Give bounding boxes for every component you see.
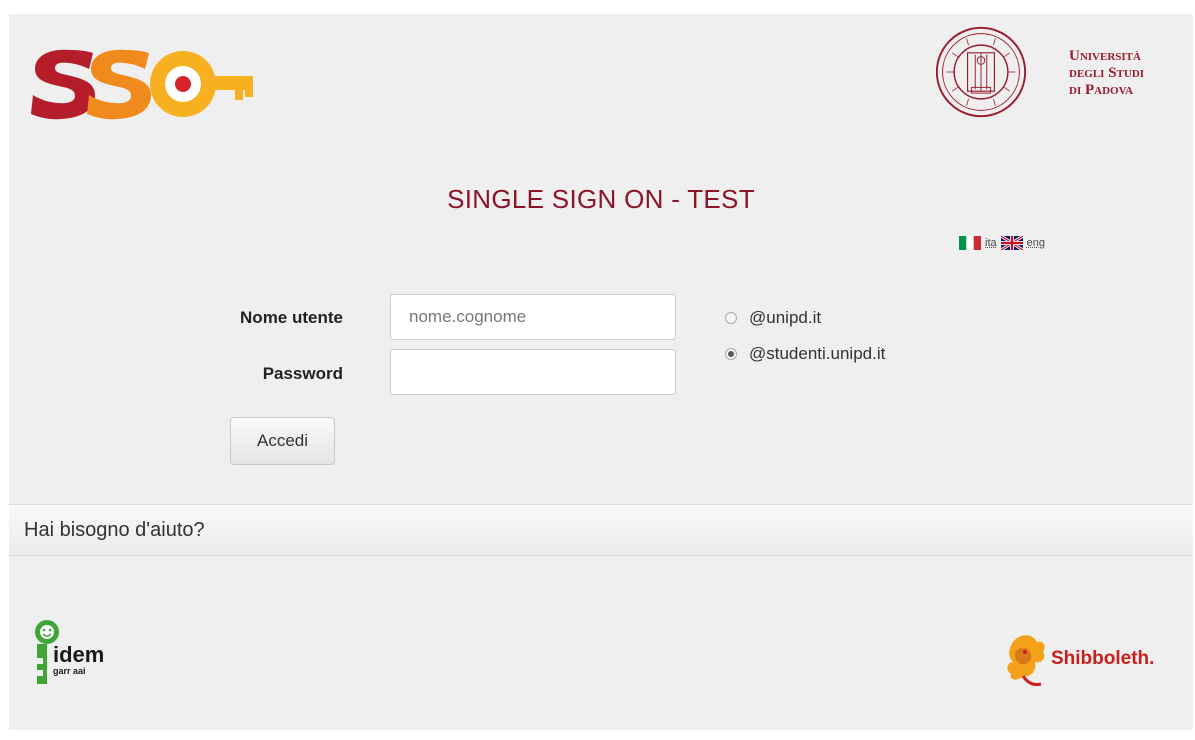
idem-logo: idem garr aai — [35, 620, 104, 684]
username-label: Nome utente — [240, 308, 343, 327]
shibboleth-logo: Shibboleth. — [1003, 624, 1193, 694]
domain-option-studenti[interactable]: @studenti.unipd.it — [725, 344, 885, 364]
shibboleth-dragon-icon — [1007, 635, 1045, 686]
idem-text: idem — [53, 642, 104, 667]
sso-logo — [31, 49, 253, 120]
password-input[interactable] — [390, 349, 676, 395]
radio-unchecked-icon[interactable] — [725, 312, 737, 324]
shibboleth-text: Shibboleth. — [1051, 648, 1155, 669]
radio-checked-icon[interactable] — [725, 348, 737, 360]
username-input[interactable] — [390, 294, 676, 340]
domain-option-label: @studenti.unipd.it — [749, 344, 886, 363]
italy-flag-icon[interactable] — [959, 236, 981, 250]
university-name: Università degli Studi di Padova — [1069, 48, 1195, 99]
idem-subtext: garr aai — [53, 666, 86, 676]
language-link-eng[interactable]: eng — [1027, 237, 1045, 249]
university-name-line-1: Università — [1069, 48, 1141, 64]
page-title: SINGLE SIGN ON - TEST — [447, 184, 755, 214]
language-link-ita[interactable]: ita — [985, 237, 997, 249]
help-link[interactable]: Hai bisogno d'aiuto? — [24, 519, 205, 542]
help-bar: Hai bisogno d'aiuto? — [9, 504, 1193, 556]
login-page: Università degli Studi di Padova SINGLE … — [9, 14, 1193, 730]
university-name-line-2: degli Studi — [1069, 65, 1145, 81]
university-seal-icon — [935, 26, 1027, 118]
uk-flag-icon[interactable] — [1000, 236, 1023, 250]
language-switcher: ita eng — [959, 236, 1045, 250]
domain-option-unipd[interactable]: @unipd.it — [725, 308, 821, 328]
password-label: Password — [262, 364, 343, 383]
university-name-line-3: di Padova — [1069, 82, 1134, 98]
login-button[interactable]: Accedi — [230, 417, 335, 465]
domain-option-label: @unipd.it — [749, 308, 822, 327]
